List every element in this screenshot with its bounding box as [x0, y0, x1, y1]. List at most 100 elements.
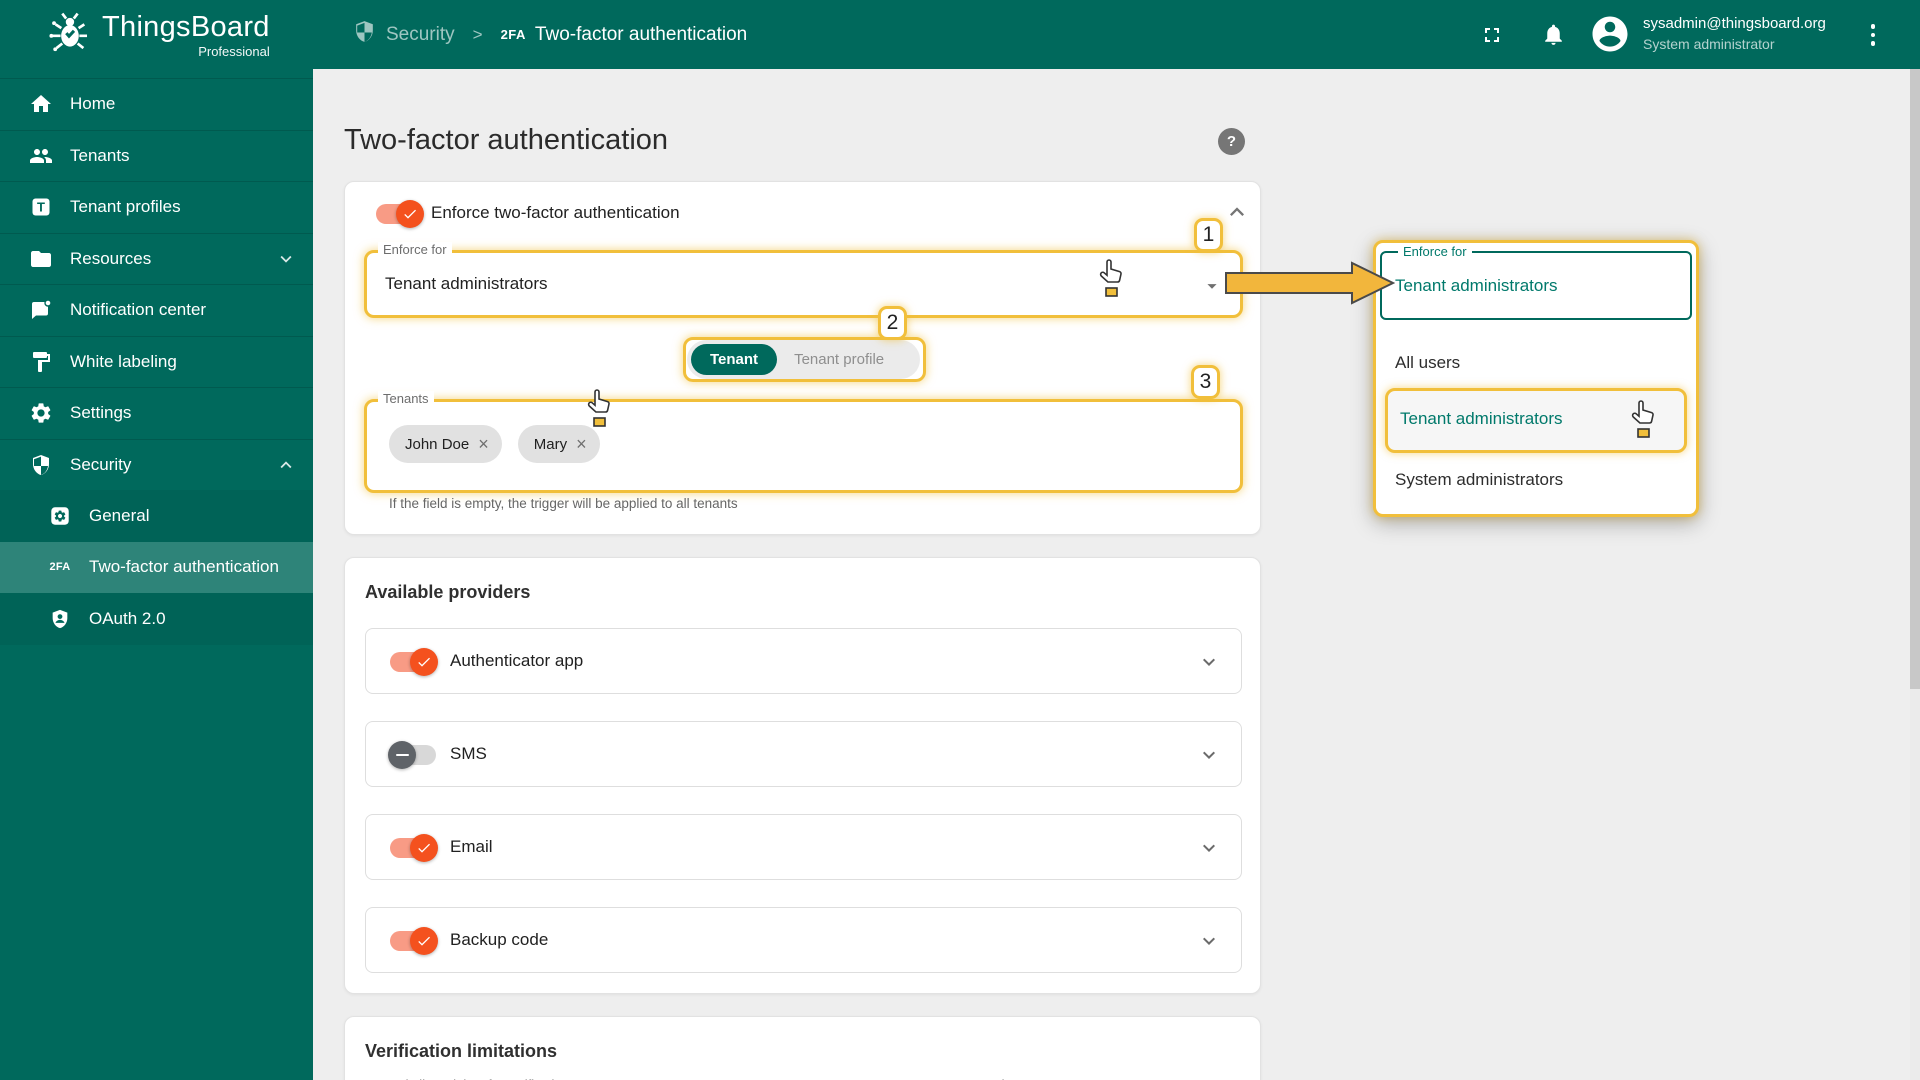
sidebar-item-label: Two-factor authentication [89, 557, 279, 577]
sidebar-item-resources[interactable]: Resources [0, 232, 313, 285]
provider-toggle[interactable] [390, 927, 438, 955]
provider-toggle[interactable] [388, 741, 436, 769]
hand-cursor-icon [585, 388, 617, 435]
tenant-chip[interactable]: John Doe × [389, 425, 502, 463]
sidebar-item-label: Resources [70, 248, 152, 268]
provider-label: Email [450, 837, 493, 856]
twofa-icon: 2FA [49, 561, 71, 574]
provider-expand-icon[interactable] [1197, 929, 1221, 958]
sidebar-item-label: General [89, 505, 150, 525]
home-icon [29, 92, 53, 116]
toggle-check-icon [410, 648, 438, 676]
chip-label: Mary [533, 435, 568, 453]
tenants-label: Tenants [378, 391, 434, 406]
sidebar-item-oauth[interactable]: OAuth 2.0 [0, 593, 313, 645]
enforce-for-value: Tenant administrators [385, 274, 548, 293]
sidebar-item-security[interactable]: Security [0, 438, 313, 491]
provider-row-authenticator[interactable]: Authenticator app [365, 628, 1242, 694]
sidebar-item-label: Settings [70, 403, 132, 423]
sidebar-item-label: Notification center [70, 300, 207, 320]
sidebar-item-label: Security [70, 454, 132, 474]
sidebar-item-settings[interactable]: Settings [0, 387, 313, 439]
close-icon[interactable]: × [478, 435, 489, 453]
scrollbar-thumb[interactable] [1910, 69, 1920, 689]
sidebar-item-label: Home [70, 94, 116, 114]
app-logo[interactable]: ThingsBoard Professional [46, 9, 270, 60]
tenants-helper-text: If the field is empty, the trigger will … [389, 496, 738, 511]
entity-type-toggle: Tenant Tenant profile [687, 340, 920, 379]
providers-card: Available providers Authenticator app SM… [344, 557, 1261, 994]
dropdown-caret-icon[interactable] [1201, 275, 1223, 302]
tenant-chips: John Doe × Mary × [389, 425, 600, 463]
user-role: System administrator [1643, 36, 1775, 52]
chevron-down-icon[interactable] [275, 248, 297, 275]
option-all-users[interactable]: All users [1395, 353, 1460, 373]
step-badge-3: 3 [1191, 365, 1220, 399]
sidebar-item-general[interactable]: General [0, 490, 313, 542]
collapse-chevron-icon[interactable] [1223, 198, 1251, 231]
sidebar-item-home[interactable]: Home [0, 78, 313, 130]
step-badge-1: 1 [1194, 218, 1223, 252]
white-labeling-icon [29, 350, 53, 374]
sidebar-item-two-factor[interactable]: 2FA Two-factor authentication [0, 541, 313, 593]
enforce-toggle[interactable] [376, 200, 424, 228]
provider-expand-icon[interactable] [1197, 650, 1221, 679]
toggle-check-icon [396, 200, 424, 228]
sidebar-item-tenant-profiles[interactable]: T Tenant profiles [0, 181, 313, 233]
toggle-check-icon [410, 834, 438, 862]
folder-icon [29, 247, 53, 271]
sidebar-item-tenants[interactable]: Tenants [0, 129, 313, 182]
settings-gear-icon [29, 401, 53, 425]
option-system-administrators[interactable]: System administrators [1395, 470, 1563, 490]
enforce-for-label: Enforce for [378, 242, 452, 257]
provider-label: Backup code [450, 930, 549, 949]
breadcrumb-section-label: Security [386, 23, 455, 45]
help-icon[interactable]: ? [1218, 128, 1245, 155]
user-info[interactable]: sysadmin@thingsboard.org System administ… [1643, 13, 1826, 54]
tenant-segment[interactable]: Tenant [691, 344, 778, 375]
breadcrumb-section[interactable]: Security [352, 19, 455, 50]
popup-field-value: Tenant administrators [1395, 276, 1558, 295]
breadcrumb-current: 2FA Two-factor authentication [501, 24, 748, 46]
sidebar: Home Tenants T Tenant profiles Resources… [0, 69, 313, 1080]
notifications-bell-icon[interactable] [1541, 22, 1566, 52]
enforce-for-dropdown-popup: Enforce for Tenant administrators All us… [1373, 240, 1699, 517]
kebab-menu-icon[interactable] [1864, 20, 1882, 50]
screen: ThingsBoard Professional Security > 2FA … [0, 0, 1920, 1080]
twofa-icon: 2FA [500, 27, 526, 42]
close-icon[interactable]: × [576, 435, 587, 453]
avatar[interactable] [1589, 13, 1631, 60]
sidebar-item-label: Tenants [70, 145, 130, 165]
provider-toggle[interactable] [390, 834, 438, 862]
breadcrumb-separator: > [472, 24, 483, 44]
provider-label: Authenticator app [450, 651, 584, 670]
oauth-icon [48, 607, 72, 631]
providers-title: Available providers [365, 582, 531, 602]
provider-expand-icon[interactable] [1197, 743, 1221, 772]
svg-text:T: T [37, 200, 45, 215]
tenants-icon [29, 144, 53, 168]
breadcrumb: Security > 2FA Two-factor authentication [352, 0, 747, 69]
fullscreen-icon[interactable] [1480, 23, 1504, 52]
logo-subtitle: Professional [198, 43, 270, 59]
chevron-up-icon[interactable] [275, 454, 297, 481]
chip-label: John Doe [405, 435, 470, 453]
provider-expand-icon[interactable] [1197, 836, 1221, 865]
option-tenant-administrators[interactable]: Tenant administrators [1400, 409, 1563, 429]
sidebar-item-notification-center[interactable]: Notification center [0, 284, 313, 336]
provider-row-sms[interactable]: SMS [365, 721, 1242, 787]
security-shield-icon [29, 453, 53, 477]
tenant-profiles-icon: T [29, 195, 53, 219]
user-email: sysadmin@thingsboard.org [1643, 15, 1826, 32]
provider-row-email[interactable]: Email [365, 814, 1242, 880]
logo-title: ThingsBoard [102, 10, 270, 43]
breadcrumb-shield-icon [352, 19, 377, 50]
provider-row-backup-code[interactable]: Backup code [365, 907, 1242, 973]
general-icon [48, 504, 72, 528]
logo-bug-icon [46, 9, 92, 60]
sidebar-item-white-labeling[interactable]: White labeling [0, 335, 313, 388]
popup-field-label: Enforce for [1398, 244, 1472, 259]
tenant-profile-segment[interactable]: Tenant profile [777, 351, 901, 368]
provider-toggle[interactable] [390, 648, 438, 676]
verification-title: Verification limitations [365, 1041, 558, 1061]
